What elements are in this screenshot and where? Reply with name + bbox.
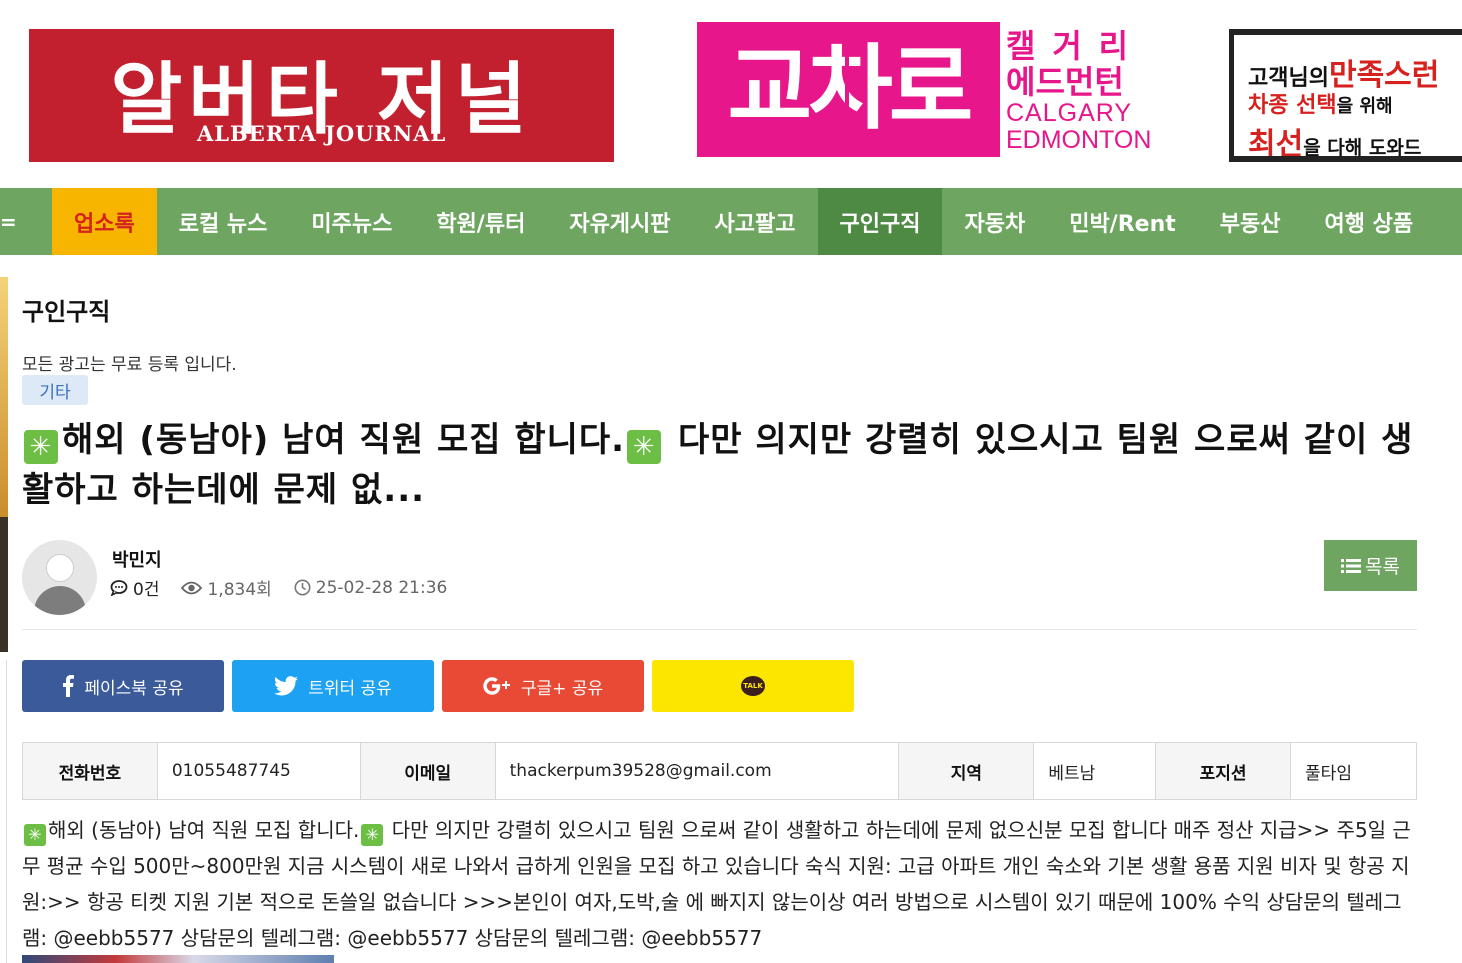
board-title: 구인구직 xyxy=(22,298,111,326)
facebook-icon xyxy=(63,675,75,697)
nav-item-academy-tutor[interactable]: 학원/튜터 xyxy=(414,188,547,255)
clock-icon xyxy=(294,579,311,596)
nav-item-real-estate[interactable]: 부동산 xyxy=(1198,188,1303,255)
list-button[interactable]: 목록 xyxy=(1324,540,1417,591)
region-label: 지역 xyxy=(898,742,1035,800)
post-title: ✳ 해외 (동남아) 남여 직원 모집 합니다. ✳ 다만 의지만 강렬히 있으시고… xyxy=(22,415,1422,515)
eye-icon xyxy=(181,581,203,594)
nav-item-travel[interactable]: 여행 상품 xyxy=(1303,188,1436,255)
gyocharo-cities[interactable]: 캘 거 리 에드먼턴 CALGARY EDMONTON xyxy=(1006,28,1152,154)
board-description: 모든 광고는 무료 등록 입니다. xyxy=(22,355,237,375)
list-button-label: 목록 xyxy=(1365,556,1400,578)
post-body: ✳ 해외 (동남아) 남여 직원 모집 합니다. ✳ 다만 의지만 강렬히 있으시고… xyxy=(22,812,1422,956)
ad-line-3-b: 을 다해 도와드 xyxy=(1303,137,1422,159)
post-title-part-1: 해외 (동남아) 남여 직원 모집 합니다. xyxy=(62,420,626,460)
list-icon xyxy=(1341,558,1362,573)
nav-item-local-news[interactable]: 로컬 뉴스 xyxy=(157,188,290,255)
gyocharo-city-kr-2: 에드먼턴 xyxy=(1006,64,1124,100)
post-meta: 0건 1,834회 25-02-28 21:36 xyxy=(110,575,447,600)
position-value: 풀타임 xyxy=(1290,742,1417,800)
main-nav: = 업소록 로컬 뉴스 미주뉴스 학원/튜터 자유게시판 사고팔고 구인구직 자… xyxy=(0,188,1462,255)
nav-item-us-news[interactable]: 미주뉴스 xyxy=(289,188,414,255)
nav-item-jobs[interactable]: 구인구직 xyxy=(817,188,943,255)
gyocharo-city-en-1: CALGARY xyxy=(1006,99,1133,127)
kakaotalk-icon: TALK xyxy=(741,676,765,696)
twitter-share-button[interactable]: 트위터 공유 xyxy=(232,660,434,712)
view-count-value: 1,834회 xyxy=(207,580,272,600)
site-header: 알버타 저널 ALBERTA JOURNAL 교차로 캘 거 리 에드먼턴 CA… xyxy=(0,0,1462,188)
google-plus-share-button[interactable]: 구글+ 공유 xyxy=(442,660,644,712)
alberta-journal-logo[interactable]: 알버타 저널 ALBERTA JOURNAL xyxy=(29,29,614,162)
sparkle-icon: ✳ xyxy=(361,824,384,846)
twitter-icon xyxy=(274,676,299,696)
avatar-body xyxy=(34,586,86,615)
car-dealer-ad-banner[interactable]: 고객님의만족스런 차종 선택을 위해 최선을 다해 도와드 xyxy=(1229,29,1462,162)
post-image xyxy=(22,955,334,963)
avatar-head xyxy=(46,554,74,582)
table-row: 전화번호 01055487745 이메일 thackerpum39528@gma… xyxy=(22,742,1417,800)
ad-line-2-b: 을 위해 xyxy=(1336,96,1393,117)
job-info-table: 전화번호 01055487745 이메일 thackerpum39528@gma… xyxy=(22,742,1417,800)
nav-item-directory[interactable]: 업소록 xyxy=(52,188,157,255)
sparkle-icon: ✳ xyxy=(24,824,46,846)
phone-value: 01055487745 xyxy=(156,742,361,800)
nav-item-rent[interactable]: 민박/Rent xyxy=(1047,188,1198,255)
sparkle-icon: ✳ xyxy=(24,430,58,464)
category-badge[interactable]: 기타 xyxy=(22,375,88,405)
kakaotalk-share-button[interactable]: TALK xyxy=(652,660,854,712)
phone-label: 전화번호 xyxy=(22,742,158,800)
gyocharo-city-kr-1: 캘 거 리 xyxy=(1006,28,1133,64)
google-plus-share-label: 구글+ 공유 xyxy=(520,678,604,699)
sparkle-icon: ✳ xyxy=(627,430,662,464)
comment-icon xyxy=(110,580,128,596)
twitter-share-label: 트위터 공유 xyxy=(308,678,392,699)
post-date: 25-02-28 21:36 xyxy=(294,577,448,598)
gyocharo-ad-banner[interactable]: 교차로 xyxy=(697,22,1000,157)
view-count: 1,834회 xyxy=(181,575,272,600)
left-divider-line xyxy=(6,660,7,963)
nav-item-free-board[interactable]: 자유게시판 xyxy=(547,188,692,255)
gyocharo-city-en-2: EDMONTON xyxy=(1006,126,1152,154)
post-date-value: 25-02-28 21:36 xyxy=(315,577,448,598)
facebook-share-label: 페이스북 공유 xyxy=(84,678,184,699)
author-name[interactable]: 박민지 xyxy=(112,546,162,572)
email-label: 이메일 xyxy=(359,742,496,800)
ad-line-3-a: 최선 xyxy=(1248,127,1304,162)
nav-menu-edge-icon[interactable]: = xyxy=(0,188,52,255)
left-side-ad-strip-2[interactable] xyxy=(0,517,8,652)
google-plus-icon xyxy=(483,677,510,695)
comment-count-value: 0건 xyxy=(133,580,160,600)
post-body-part-1: 해외 (동남아) 남여 직원 모집 합니다. xyxy=(48,818,360,842)
email-value[interactable]: thackerpum39528@gmail.com xyxy=(494,742,900,800)
gyocharo-logo-frame xyxy=(845,22,1000,157)
nav-item-buy-sell[interactable]: 사고팔고 xyxy=(693,188,818,255)
position-label: 포지션 xyxy=(1155,742,1292,800)
facebook-share-button[interactable]: 페이스북 공유 xyxy=(22,660,224,712)
ad-line-3: 최선을 다해 도와드 xyxy=(1248,119,1422,162)
meta-divider xyxy=(22,629,1417,630)
logo-english-text: ALBERTA JOURNAL xyxy=(197,121,447,146)
ad-line-2-a: 차종 선택 xyxy=(1248,93,1337,118)
comment-count: 0건 xyxy=(110,575,159,600)
ad-line-2: 차종 선택을 위해 xyxy=(1248,87,1393,119)
nav-item-cars[interactable]: 자동차 xyxy=(942,188,1047,255)
left-side-ad-strip[interactable] xyxy=(0,277,8,517)
avatar[interactable] xyxy=(22,540,97,615)
region-value: 베트남 xyxy=(1033,742,1157,800)
